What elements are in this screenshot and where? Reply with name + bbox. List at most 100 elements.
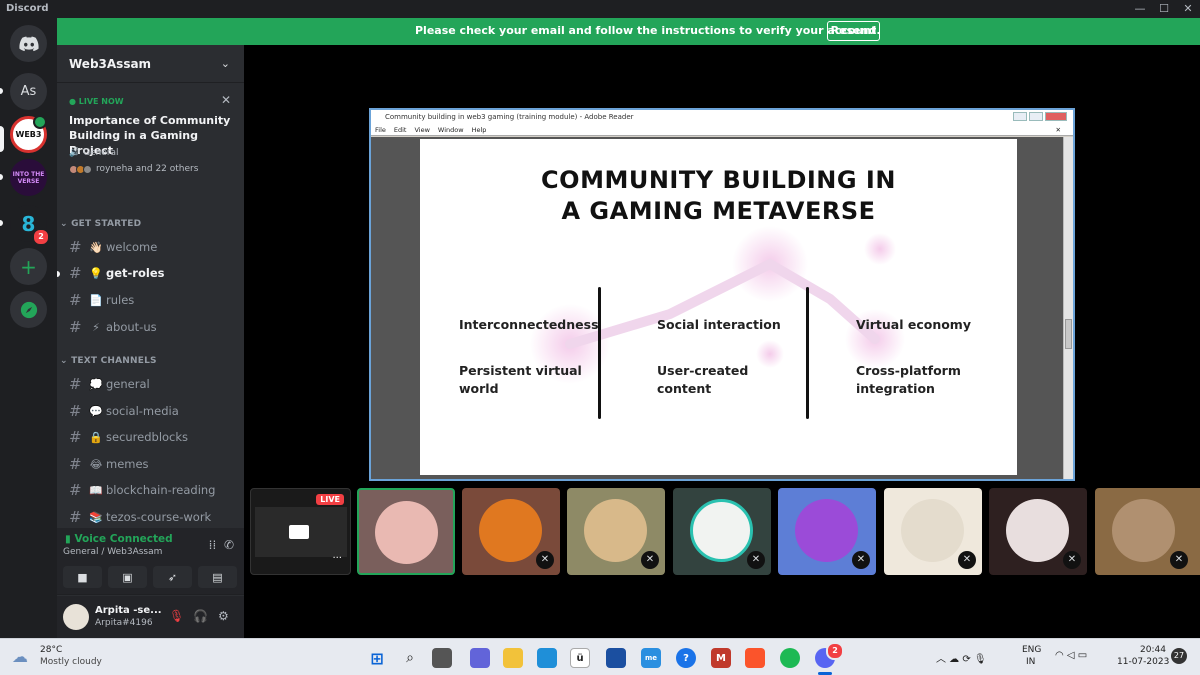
avatar: [83, 164, 92, 174]
noise-suppression-icon[interactable]: ⁞⁞: [209, 538, 217, 552]
avatar: [690, 499, 753, 562]
chat-icon[interactable]: [470, 648, 490, 668]
unread-indicator: [57, 271, 60, 277]
soundboard-button[interactable]: ▤: [198, 566, 237, 588]
participant-tile[interactable]: ✕: [567, 488, 665, 575]
participant-tile[interactable]: ✕: [1095, 488, 1200, 575]
shared-screen-adobe-reader[interactable]: Community building in web3 gaming (train…: [369, 108, 1075, 481]
hash-icon: #: [69, 508, 82, 526]
disconnect-icon[interactable]: ✆: [224, 538, 234, 552]
channel-about-us[interactable]: # ⚡ about-us: [65, 315, 238, 339]
brave-icon[interactable]: [745, 648, 765, 668]
participant-tile[interactable]: [357, 488, 455, 575]
screen-share-icon: ▣: [108, 566, 147, 588]
channel-blockchain-reading[interactable]: # 📖 blockchain-reading: [65, 478, 238, 502]
channel-general[interactable]: # 💭 general: [65, 372, 238, 396]
channel-rules[interactable]: # 📄 rules: [65, 288, 238, 312]
title-bar: Discord — ☐ ✕: [0, 0, 1200, 18]
u-app-icon[interactable]: ü: [570, 648, 590, 668]
participant-tile[interactable]: ✕: [989, 488, 1087, 575]
close-window-button[interactable]: ✕: [1176, 0, 1200, 18]
headphones-icon[interactable]: 🎧: [193, 609, 208, 623]
camera-button[interactable]: ■: [63, 566, 102, 588]
slide-title: COMMUNITY BUILDING IN A GAMING METAVERSE: [541, 166, 896, 225]
channel-securedblocks[interactable]: # 🔒 securedblocks: [65, 425, 238, 449]
live-badge: LIVE: [316, 494, 344, 505]
maximize-button[interactable]: ☐: [1152, 0, 1176, 18]
server-as[interactable]: As: [10, 73, 47, 110]
category-get-started[interactable]: ⌄ GET STARTED: [60, 219, 141, 229]
channel-memes[interactable]: # 😂 memes: [65, 452, 238, 476]
live-now-label: ● LIVE NOW: [69, 97, 124, 106]
participant-tile[interactable]: ✕: [673, 488, 771, 575]
participant-tile[interactable]: ✕: [778, 488, 876, 575]
close-icon[interactable]: ✕: [221, 93, 231, 107]
resend-button[interactable]: Resend: [827, 21, 880, 41]
server-into-the-verse[interactable]: INTO THE VERSE: [10, 159, 47, 196]
rocket-icon: ➶: [153, 566, 192, 588]
muted-mic-icon: ✕: [1170, 551, 1188, 569]
notification-badge[interactable]: 27: [1171, 648, 1187, 664]
server-header[interactable]: Web3Assam ⌄: [57, 45, 244, 83]
hash-icon: #: [69, 402, 82, 420]
clock-time[interactable]: 20:44: [1140, 645, 1166, 655]
column-divider: [598, 287, 601, 419]
channel-get-roles[interactable]: # 💡 get-roles: [65, 261, 238, 285]
avatar: [375, 501, 438, 564]
language[interactable]: ENG: [1022, 645, 1041, 655]
avatar[interactable]: [63, 604, 89, 630]
unread-pill: [0, 88, 3, 94]
stream-preview-tile[interactable]: LIVE ···: [250, 488, 351, 575]
edge-icon[interactable]: [537, 648, 557, 668]
hash-icon: #: [69, 455, 82, 473]
explore-servers-button[interactable]: [10, 291, 47, 328]
add-server-icon[interactable]: +: [10, 248, 47, 285]
hash-icon: #: [69, 291, 82, 309]
hash-icon: #: [69, 375, 82, 393]
discord-window: Discord — ☐ ✕ As WEB3 INTO THE VERSE 8 2…: [0, 0, 1200, 675]
unread-pill: [0, 174, 3, 180]
file-explorer-icon[interactable]: [503, 648, 523, 668]
reader-document-area: COMMUNITY BUILDING IN A GAMING METAVERSE …: [371, 137, 1073, 479]
category-text-channels[interactable]: ⌄ TEXT CHANNELS: [60, 356, 157, 366]
active-server-pill: [0, 126, 4, 152]
tray-icons[interactable]: ︿ ☁ ⟳ 🎙: [936, 650, 987, 665]
task-view-icon[interactable]: [432, 648, 452, 668]
column-divider: [806, 287, 809, 419]
user-tag: Arpita#4196: [95, 618, 153, 628]
weather-icon[interactable]: ☁: [12, 647, 28, 666]
participant-tile[interactable]: ✕: [884, 488, 982, 575]
participant-tile[interactable]: ✕: [462, 488, 560, 575]
help-icon[interactable]: ?: [676, 648, 696, 668]
signal-icon: ▮: [65, 533, 71, 545]
discord-home-button[interactable]: [10, 25, 47, 62]
slide-point: Social interaction: [657, 317, 781, 332]
muted-mic-icon: ✕: [852, 551, 870, 569]
channel-tezos-course-work[interactable]: # 📚 tezos-course-work: [65, 505, 238, 529]
muted-mic-icon: ✕: [641, 551, 659, 569]
username: Arpita -se...: [95, 605, 162, 616]
activity-button[interactable]: ➶: [153, 566, 192, 588]
muted-mic-icon: ✕: [958, 551, 976, 569]
event-channel: 🔊 General: [69, 148, 119, 158]
mute-mic-icon[interactable]: 🎙: [169, 609, 184, 623]
search-icon[interactable]: ⌕: [400, 648, 420, 668]
wifi-icon[interactable]: ◠ ◁ ▭: [1055, 650, 1087, 661]
screen-share-button[interactable]: ▣: [108, 566, 147, 588]
reader-maximize: [1029, 112, 1043, 121]
weather-temp: 28°C: [40, 645, 63, 655]
voice-status[interactable]: ▮ Voice Connected: [65, 533, 173, 545]
channel-social-media[interactable]: # 💬 social-media: [65, 399, 238, 423]
camera-icon: ■: [63, 566, 102, 588]
reader-close: [1045, 112, 1067, 121]
minimize-button[interactable]: —: [1128, 0, 1152, 18]
chevron-down-icon: ⌄: [220, 57, 230, 70]
start-icon[interactable]: ⊞: [367, 648, 387, 668]
app-icon[interactable]: me: [641, 648, 661, 668]
gear-icon[interactable]: ⚙: [218, 609, 229, 623]
spotify-icon[interactable]: [780, 648, 800, 668]
mcafee-icon[interactable]: M: [711, 648, 731, 668]
channel-welcome[interactable]: # 👋🏻 welcome: [65, 235, 238, 259]
store-icon[interactable]: [606, 648, 626, 668]
more-icon[interactable]: ···: [332, 553, 342, 564]
